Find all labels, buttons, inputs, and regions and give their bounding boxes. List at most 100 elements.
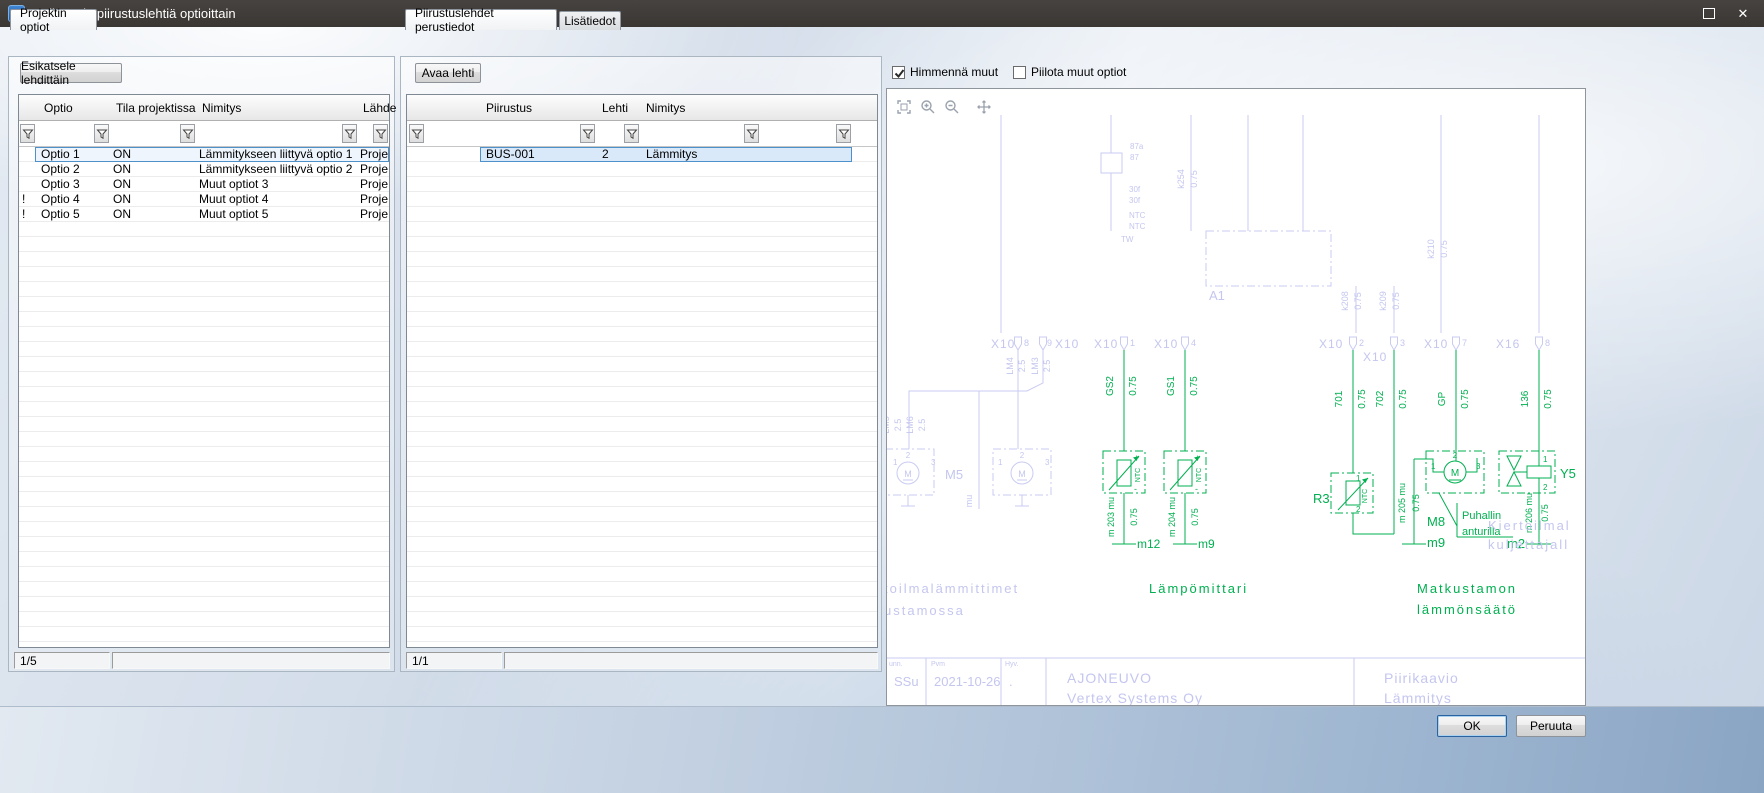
svg-text:3: 3 [1476, 462, 1481, 471]
svg-text:Matkustamon: Matkustamon [1417, 581, 1517, 596]
column-header-tila[interactable]: Tila projektissa [116, 101, 196, 115]
cell-tila: ON [113, 207, 193, 222]
svg-text:m9: m9 [1198, 537, 1215, 551]
close-button[interactable]: ✕ [1726, 3, 1760, 25]
svg-text:X10: X10 [1055, 337, 1079, 351]
table-row[interactable]: Optio 2 ON Lämmitykseen liittyvä optio 2… [19, 162, 389, 177]
cell-lahde: Projekti [360, 207, 388, 222]
options-table-body: Optio 1 ON Lämmitykseen liittyvä optio 1… [19, 147, 389, 647]
svg-text:87: 87 [1130, 153, 1139, 162]
cell-optio: Optio 2 [41, 162, 107, 177]
cell-optio: Optio 4 [41, 192, 107, 207]
column-header-nimitys[interactable]: Nimitys [646, 101, 685, 115]
dim-others-checkbox[interactable]: Himmennä muut [892, 64, 998, 80]
table-row[interactable]: Optio 1 ON Lämmitykseen liittyvä optio 1… [19, 147, 389, 162]
filter-icon[interactable] [624, 124, 639, 143]
svg-text:toilmalämmittimet: toilmalämmittimet [887, 581, 1019, 596]
svg-text:GP: GP [1437, 391, 1448, 406]
column-header-lehti[interactable]: Lehti [602, 101, 628, 115]
open-sheet-button[interactable]: Avaa lehti [415, 63, 481, 83]
fit-icon[interactable] [893, 96, 914, 117]
svg-text:30f: 30f [1129, 185, 1141, 194]
tab-piirustuslehdet-perustiedot[interactable]: Piirustuslehdet perustiedot [405, 9, 557, 30]
svg-text:Piirikaavio: Piirikaavio [1384, 670, 1459, 686]
svg-text:X10: X10 [1094, 337, 1118, 351]
cell-tila: ON [113, 177, 193, 192]
svg-text:GS1: GS1 [1166, 376, 1177, 396]
svg-text:LM4: LM4 [1005, 357, 1015, 375]
svg-text:m9: m9 [1427, 535, 1445, 550]
svg-text:702: 702 [1375, 390, 1386, 407]
dim-others-label: Himmennä muut [910, 65, 998, 79]
preview-by-sheet-button[interactable]: Esikatsele lehdittäin [20, 63, 122, 83]
cell-nimitys: Lämmitys [646, 147, 756, 162]
column-header-piirustus[interactable]: Piirustus [486, 101, 532, 115]
pan-icon[interactable] [973, 96, 994, 117]
filter-icon[interactable] [94, 124, 109, 143]
cancel-button[interactable]: Peruuta [1516, 715, 1586, 737]
svg-text:SSu: SSu [894, 674, 919, 689]
svg-text:AJONEUVO: AJONEUVO [1067, 670, 1152, 686]
svg-text:NTC: NTC [1196, 468, 1203, 482]
row-flag [22, 147, 34, 162]
column-header-optio[interactable]: Optio [44, 101, 73, 115]
svg-text:X10: X10 [1424, 337, 1448, 351]
svg-text:k208: k208 [1340, 291, 1350, 311]
column-header-nimitys[interactable]: Nimitys [202, 101, 241, 115]
options-table-header: Optio Tila projektissa Nimitys Lähde [19, 95, 389, 121]
table-row[interactable]: ! Optio 5 ON Muut optiot 5 Projekti [19, 207, 389, 222]
filter-icon[interactable] [409, 124, 424, 143]
svg-text:2: 2 [1453, 451, 1458, 460]
svg-text:87a: 87a [1130, 142, 1144, 151]
svg-text:unn.: unn. [889, 661, 903, 668]
row-flag: ! [22, 192, 34, 207]
ok-button[interactable]: OK [1437, 715, 1507, 737]
table-row[interactable]: Optio 3 ON Muut optiot 3 Projekti [19, 177, 389, 192]
drawing-preview[interactable]: k2540.75k2100.75k2080.75k2090.7587a8730f… [886, 88, 1586, 706]
zoom-out-icon[interactable] [941, 96, 962, 117]
svg-text:2: 2 [1356, 505, 1361, 514]
svg-text:0.75: 0.75 [1543, 389, 1554, 409]
svg-text:136: 136 [1520, 390, 1531, 407]
filter-icon[interactable] [836, 124, 851, 143]
middle-status-extra [504, 652, 878, 669]
filter-icon[interactable] [580, 124, 595, 143]
svg-text:LM3: LM3 [1030, 357, 1040, 375]
sheets-table-header: Piirustus Lehti Nimitys [407, 95, 877, 121]
svg-text:-: - [1195, 484, 1198, 494]
svg-text:R3: R3 [1313, 491, 1330, 506]
svg-text:8: 8 [1024, 338, 1029, 348]
svg-text:M: M [904, 469, 912, 479]
svg-text:mu: mu [964, 495, 974, 508]
table-row[interactable]: ! Optio 4 ON Muut optiot 4 Projekti [19, 192, 389, 207]
svg-text:NTC: NTC [1362, 489, 1369, 503]
filter-icon[interactable] [373, 124, 388, 143]
filter-icon[interactable] [180, 124, 195, 143]
tab-lisatiedot[interactable]: Lisätiedot [559, 11, 621, 30]
svg-text:.: . [1009, 674, 1013, 689]
filter-icon[interactable] [20, 124, 35, 143]
svg-text:NTC: NTC [1129, 211, 1146, 220]
svg-text:1: 1 [1431, 462, 1436, 471]
tab-projektin-optiot[interactable]: Projektin optiot [10, 9, 97, 30]
cell-optio: Optio 3 [41, 177, 107, 192]
table-row[interactable]: BUS-001 2 Lämmitys [407, 147, 877, 162]
hide-others-checkbox[interactable]: Piilota muut optiot [1013, 64, 1126, 80]
cell-optio: Optio 1 [41, 147, 107, 162]
svg-text:M: M [1451, 468, 1459, 479]
row-flag [22, 162, 34, 177]
column-header-lahde[interactable]: Lähde [363, 101, 396, 115]
hide-others-label: Piilota muut optiot [1031, 65, 1126, 79]
svg-text:0.75: 0.75 [1391, 292, 1401, 310]
filter-icon[interactable] [744, 124, 759, 143]
svg-text:0.75: 0.75 [1411, 494, 1421, 512]
svg-text:m 203 mu: m 203 mu [1106, 497, 1116, 537]
svg-text:M: M [1018, 469, 1026, 479]
preview-toolbar [893, 96, 994, 117]
svg-text:7: 7 [1462, 338, 1467, 348]
svg-text:0.75: 0.75 [1353, 292, 1363, 310]
filter-icon[interactable] [342, 124, 357, 143]
maximize-button[interactable] [1692, 3, 1726, 25]
zoom-in-icon[interactable] [917, 96, 938, 117]
cell-nimitys: Muut optiot 4 [199, 192, 355, 207]
